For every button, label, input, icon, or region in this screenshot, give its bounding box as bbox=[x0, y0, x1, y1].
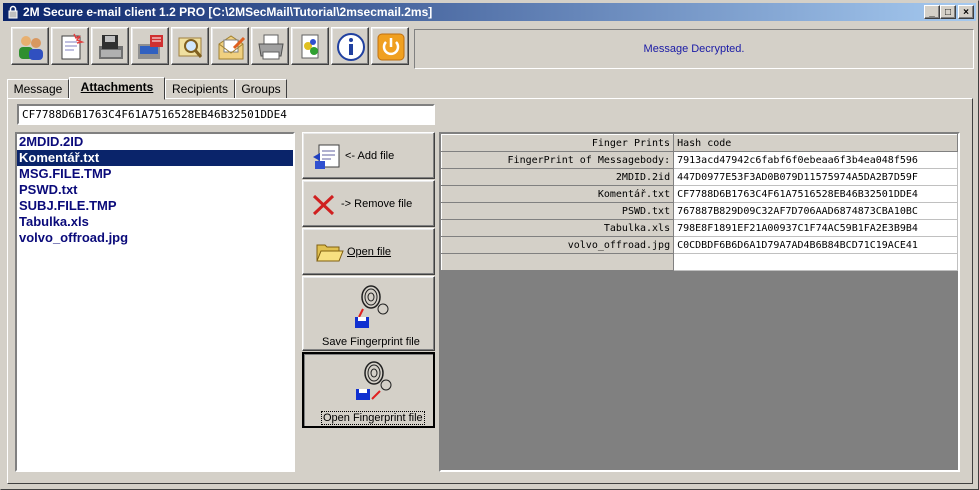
row-name: Komentář.txt bbox=[440, 185, 675, 203]
fingerprint-grid[interactable]: Finger Prints Hash code FingerPrint of M… bbox=[439, 132, 960, 472]
add-file-button[interactable]: <- Add file bbox=[302, 132, 435, 179]
search-icon bbox=[178, 37, 203, 58]
row-name: Tabulka.xls bbox=[440, 219, 675, 237]
row-name: PSWD.txt bbox=[440, 202, 675, 220]
new-message-icon bbox=[61, 33, 85, 60]
table-header-row: Finger Prints Hash code bbox=[440, 134, 958, 152]
row-name: 2MDID.2id bbox=[440, 168, 675, 186]
send-receive-button[interactable] bbox=[131, 27, 169, 65]
search-button[interactable] bbox=[171, 27, 209, 65]
send-receive-icon bbox=[138, 35, 163, 59]
row-hash[interactable]: C0CDBDF6B6D6A1D79A7AD4B6B84BCD71C19ACE41 bbox=[673, 236, 958, 254]
power-icon bbox=[377, 33, 405, 61]
title-bar[interactable]: 2M Secure e-mail client 1.2 PRO [C:\2MSe… bbox=[3, 3, 976, 21]
tab-recipients[interactable]: Recipients bbox=[165, 79, 235, 99]
row-hash[interactable]: 798E8F1891EF21A00937C1F74AC59B1FA2E3B9B4 bbox=[673, 219, 958, 237]
minimize-button[interactable]: _ bbox=[924, 5, 940, 19]
list-item[interactable]: volvo_offroad.jpg bbox=[17, 230, 293, 246]
row-hash-empty[interactable] bbox=[673, 253, 958, 271]
remove-file-button[interactable]: -> Remove file bbox=[302, 180, 435, 227]
list-item[interactable]: 2MDID.2ID bbox=[17, 134, 293, 150]
row-hash[interactable]: CF7788D6B1763C4F61A7516528EB46B32501DDE4 bbox=[673, 185, 958, 203]
save-fingerprint-label: Save Fingerprint file bbox=[322, 336, 420, 348]
info-icon bbox=[337, 33, 365, 61]
attachment-list[interactable]: 2MDID.2ID Komentář.txt MSG.FILE.TMP PSWD… bbox=[15, 132, 295, 472]
tab-message[interactable]: Message bbox=[7, 79, 69, 99]
folder-open-icon bbox=[316, 244, 344, 262]
add-file-label: <- Add file bbox=[345, 150, 395, 162]
table-row[interactable]: 2MDID.2id 447D0977E53F3AD0B079D11575974A… bbox=[440, 168, 958, 186]
table-row[interactable]: FingerPrint of Messagebody: 7913acd47942… bbox=[440, 151, 958, 169]
users-icon bbox=[19, 36, 43, 60]
table-row[interactable]: Komentář.txt CF7788D6B1763C4F61A7516528E… bbox=[440, 185, 958, 203]
window-title: 2M Secure e-mail client 1.2 PRO [C:\2MSe… bbox=[23, 5, 433, 19]
settings-button[interactable] bbox=[291, 27, 329, 65]
table-row-empty[interactable] bbox=[440, 253, 958, 271]
tab-attachments[interactable]: Attachments bbox=[69, 77, 165, 100]
row-name-empty bbox=[440, 253, 675, 271]
open-fingerprint-button[interactable]: Open Fingerprint file bbox=[302, 352, 435, 428]
new-message-button[interactable] bbox=[51, 27, 89, 65]
print-icon bbox=[258, 34, 284, 60]
app-lock-icon bbox=[8, 5, 18, 19]
users-button[interactable] bbox=[11, 27, 49, 65]
fingerprint-table: Finger Prints Hash code FingerPrint of M… bbox=[440, 134, 958, 271]
tab-groups[interactable]: Groups bbox=[235, 79, 287, 99]
list-item[interactable]: SUBJ.FILE.TMP bbox=[17, 198, 293, 214]
fingerprint-open-icon bbox=[356, 361, 392, 400]
print-button[interactable] bbox=[251, 27, 289, 65]
open-fingerprint-label: Open Fingerprint file bbox=[321, 411, 425, 425]
row-name: volvo_offroad.jpg bbox=[440, 236, 675, 254]
row-hash[interactable]: 7913acd47942c6fabf6f0ebeaa6f3b4ea048f596 bbox=[673, 151, 958, 169]
table-row[interactable]: Tabulka.xls 798E8F1891EF21A00937C1F74AC5… bbox=[440, 219, 958, 237]
open-file-button[interactable]: Open file bbox=[302, 228, 435, 275]
list-item[interactable]: MSG.FILE.TMP bbox=[17, 166, 293, 182]
list-item[interactable]: Tabulka.xls bbox=[17, 214, 293, 230]
info-button[interactable] bbox=[331, 27, 369, 65]
maximize-button[interactable]: □ bbox=[940, 5, 956, 19]
settings-icon bbox=[301, 34, 319, 59]
remove-file-label: -> Remove file bbox=[341, 198, 413, 210]
table-row[interactable]: volvo_offroad.jpg C0CDBDF6B6D6A1D79A7AD4… bbox=[440, 236, 958, 254]
save-button[interactable] bbox=[91, 27, 129, 65]
list-item-selected[interactable]: Komentář.txt bbox=[17, 150, 293, 166]
save-fingerprint-button[interactable]: Save Fingerprint file bbox=[302, 276, 435, 351]
row-hash[interactable]: 447D0977E53F3AD0B079D11575974A5DA2B7D59F bbox=[673, 168, 958, 186]
close-button[interactable]: × bbox=[958, 5, 974, 19]
mail-button[interactable] bbox=[211, 27, 249, 65]
table-row[interactable]: PSWD.txt 767887B829D09C32AF7D706AAD68748… bbox=[440, 202, 958, 220]
mail-icon bbox=[218, 35, 246, 60]
exit-button[interactable] bbox=[371, 27, 409, 65]
column-header-hash-code[interactable]: Hash code bbox=[673, 134, 958, 152]
remove-x-icon bbox=[312, 194, 335, 216]
column-header-finger-prints[interactable]: Finger Prints bbox=[440, 134, 675, 152]
save-disk-icon bbox=[99, 35, 123, 59]
add-file-icon bbox=[313, 144, 340, 169]
row-name: FingerPrint of Messagebody: bbox=[440, 151, 675, 169]
main-window: 2M Secure e-mail client 1.2 PRO [C:\2MSe… bbox=[0, 0, 979, 490]
row-hash[interactable]: 767887B829D09C32AF7D706AAD6874873CBA10BC bbox=[673, 202, 958, 220]
status-message: Message Decrypted. bbox=[414, 29, 974, 69]
selected-hash-field[interactable]: CF7788D6B1763C4F61A7516528EB46B32501DDE4 bbox=[17, 104, 435, 125]
list-item[interactable]: PSWD.txt bbox=[17, 182, 293, 198]
fingerprint-save-icon bbox=[355, 285, 389, 328]
open-file-label: Open file bbox=[347, 246, 392, 258]
